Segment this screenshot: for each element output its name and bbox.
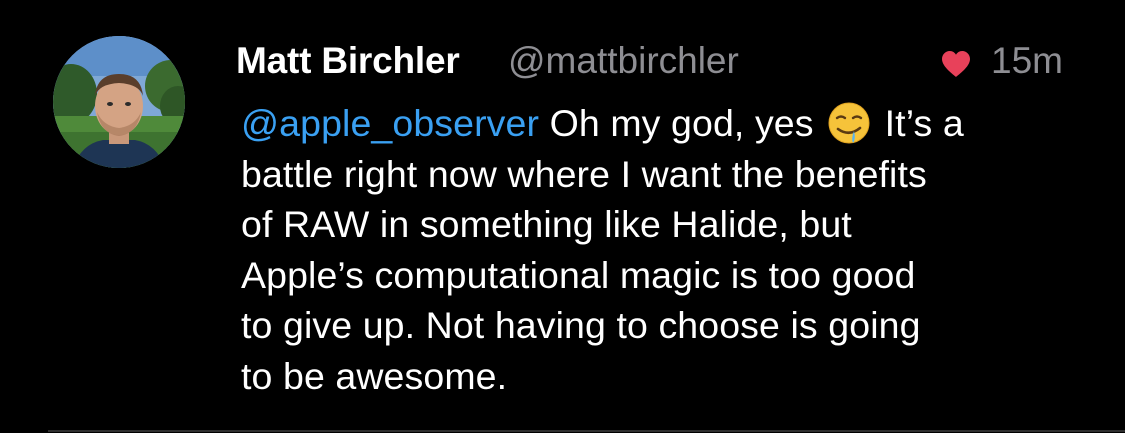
tweet-body: @apple_observer Oh my god, yes It’s a ba… bbox=[241, 98, 1071, 401]
tweet-body-line: @apple_observer Oh my god, yes It’s a bbox=[241, 98, 1071, 149]
heart-icon[interactable] bbox=[940, 50, 972, 78]
tweet-text-segment: It’s a bbox=[874, 102, 964, 144]
tweet-divider bbox=[48, 430, 1125, 432]
tweet-body-line: battle right now where I want the benefi… bbox=[241, 152, 927, 195]
tweet-body-line: of RAW in something like Halide, but bbox=[241, 203, 852, 245]
author-handle[interactable]: @mattbirchler bbox=[508, 40, 739, 82]
mention-link[interactable]: @apple_observer bbox=[241, 102, 539, 144]
tweet-body-line: to be awesome. bbox=[241, 354, 508, 397]
tweet-header: Matt Birchler @mattbirchler 15m bbox=[236, 38, 1066, 88]
tweet-body-line: to give up. Not having to choose is goin… bbox=[241, 304, 921, 346]
author-avatar[interactable] bbox=[53, 36, 185, 168]
author-display-name[interactable]: Matt Birchler bbox=[236, 40, 460, 82]
tweet-timestamp: 15m bbox=[991, 40, 1063, 81]
tweet-card[interactable]: Matt Birchler @mattbirchler 15m @apple_o… bbox=[0, 0, 1125, 433]
tweet-text-segment: Oh my god, yes bbox=[539, 102, 825, 144]
profile-photo bbox=[53, 36, 185, 168]
tweet-body-line: Apple’s computational magic is too good bbox=[241, 253, 916, 296]
drooling-face-emoji-icon bbox=[826, 101, 872, 145]
